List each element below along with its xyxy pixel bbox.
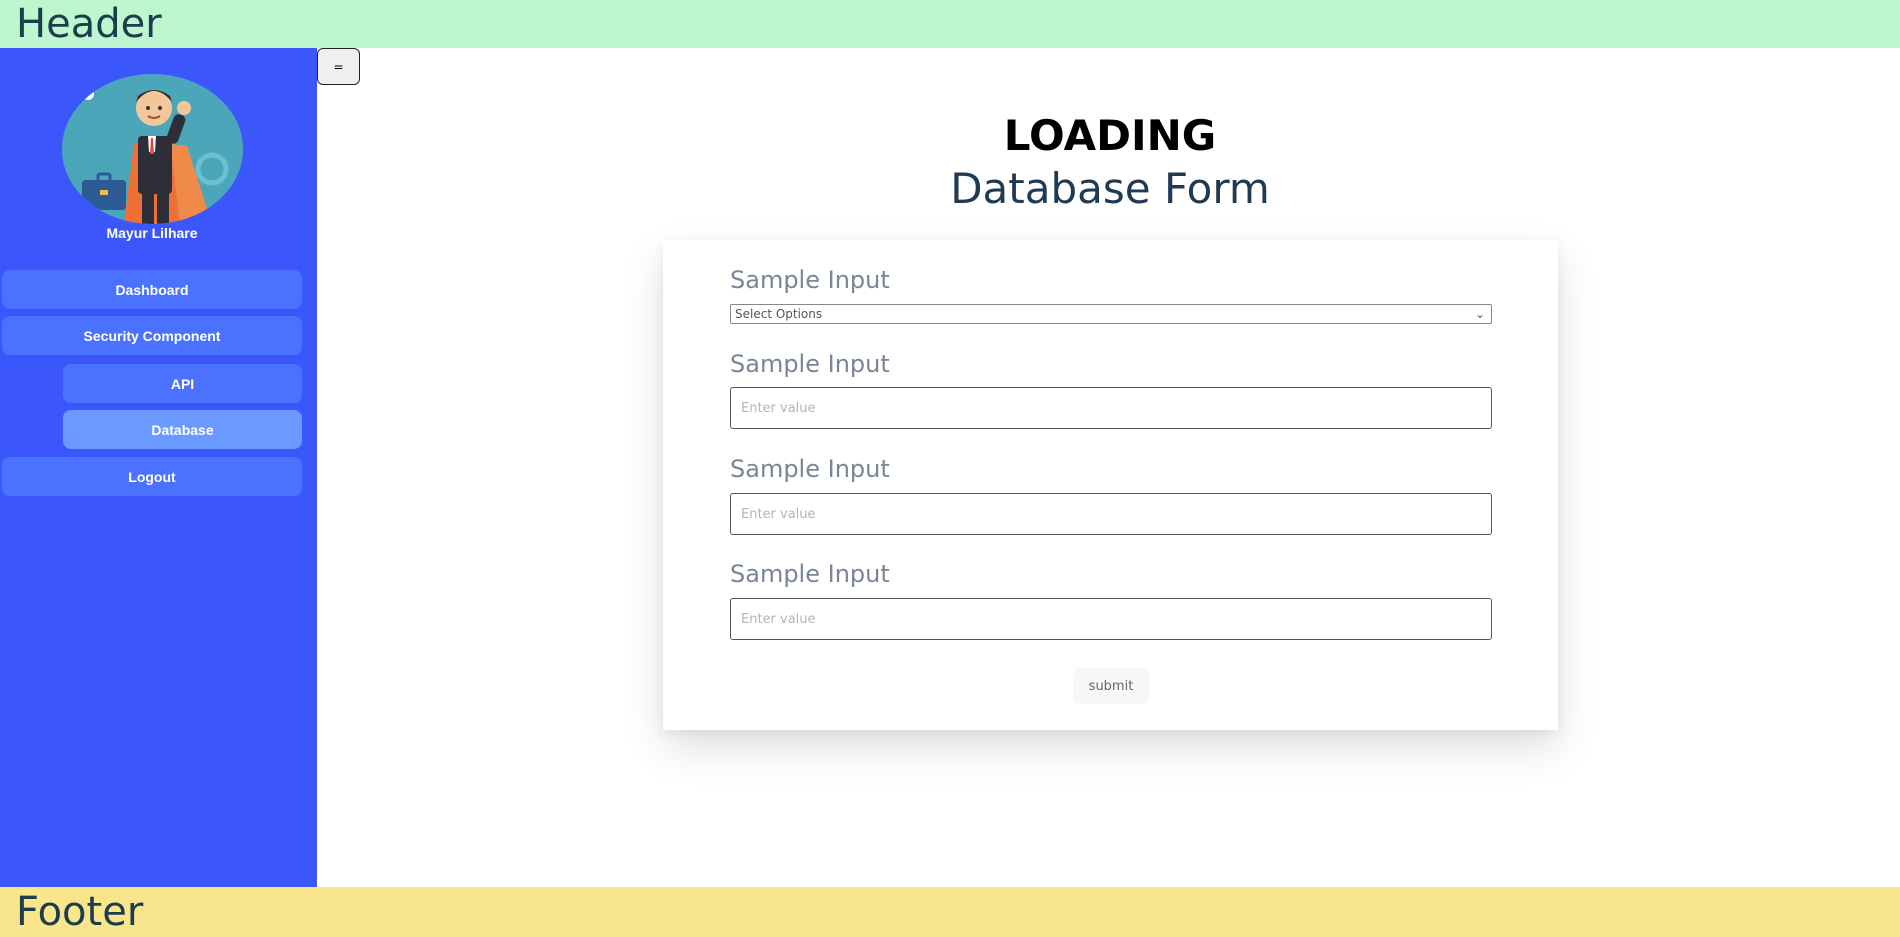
sidebar-item-api[interactable]: API: [63, 364, 302, 403]
chevron-down-icon: ⌄: [1474, 307, 1485, 321]
sample-input-3[interactable]: [730, 598, 1492, 640]
page-title: Database Form: [950, 164, 1270, 213]
sidebar-item-dashboard[interactable]: Dashboard: [2, 270, 302, 309]
sample-input-2[interactable]: [730, 493, 1492, 535]
page-header: Header: [0, 0, 1900, 48]
user-name: Mayur Lilhare: [106, 225, 198, 241]
sidebar-item-security-component[interactable]: Security Component: [2, 316, 302, 355]
field-label: Sample Input: [730, 455, 890, 483]
field-label: Sample Input: [730, 350, 890, 378]
submit-button[interactable]: submit: [1073, 668, 1149, 704]
loading-logo-text: LOADING: [1004, 111, 1216, 158]
database-form: Sample Input Select Options ⌄ Sample Inp…: [663, 240, 1558, 730]
select-value: Select Options: [735, 307, 823, 321]
options-select[interactable]: Select Options ⌄: [730, 304, 1492, 324]
sidebar-item-database[interactable]: Database: [63, 410, 302, 449]
sidebar-toggle-button[interactable]: =: [317, 48, 360, 85]
page-footer: Footer: [0, 887, 1900, 937]
field-label: Sample Input: [730, 266, 890, 294]
field-label: Sample Input: [730, 560, 890, 588]
sidebar-item-logout[interactable]: Logout: [2, 457, 302, 496]
loading-logo: LOADING: [1004, 111, 1216, 158]
sample-input-1[interactable]: [730, 387, 1492, 429]
